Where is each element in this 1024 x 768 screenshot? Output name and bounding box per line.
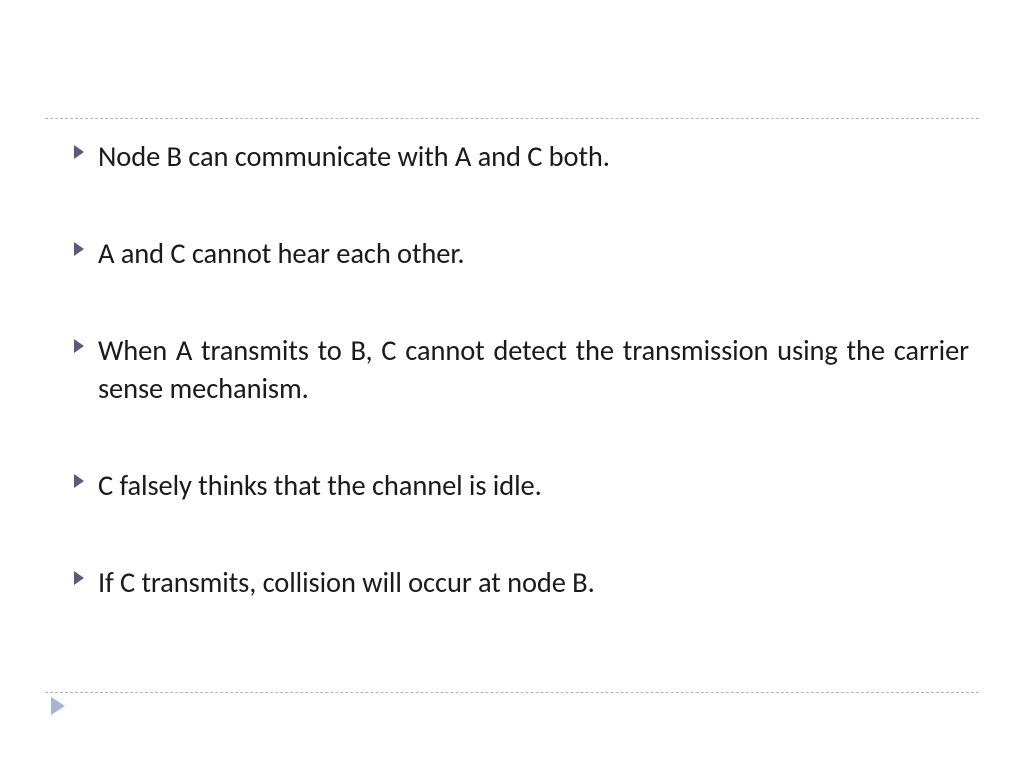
list-item: Node B can communicate with A and C both… (74, 138, 969, 177)
list-item: A and C cannot hear each other. (74, 235, 969, 274)
bullet-triangle-icon (74, 138, 98, 159)
top-separator (45, 118, 979, 119)
bullet-triangle-icon (74, 467, 98, 488)
slide-container: Node B can communicate with A and C both… (0, 0, 1024, 768)
bullet-text: If C transmits, collision will occur at … (98, 564, 969, 603)
list-item: C falsely thinks that the channel is idl… (74, 467, 969, 506)
bullet-triangle-icon (74, 564, 98, 585)
list-item: When A transmits to B, C cannot detect t… (74, 332, 969, 410)
bullet-text: A and C cannot hear each other. (98, 235, 969, 274)
bullet-triangle-icon (74, 235, 98, 256)
bottom-separator (45, 692, 979, 693)
footer-triangle-icon (51, 697, 65, 720)
bullet-list: Node B can communicate with A and C both… (74, 138, 969, 661)
bullet-triangle-icon (74, 332, 98, 353)
bullet-text: When A transmits to B, C cannot detect t… (98, 332, 969, 410)
list-item: If C transmits, collision will occur at … (74, 564, 969, 603)
bullet-text: Node B can communicate with A and C both… (98, 138, 969, 177)
bullet-text: C falsely thinks that the channel is idl… (98, 467, 969, 506)
